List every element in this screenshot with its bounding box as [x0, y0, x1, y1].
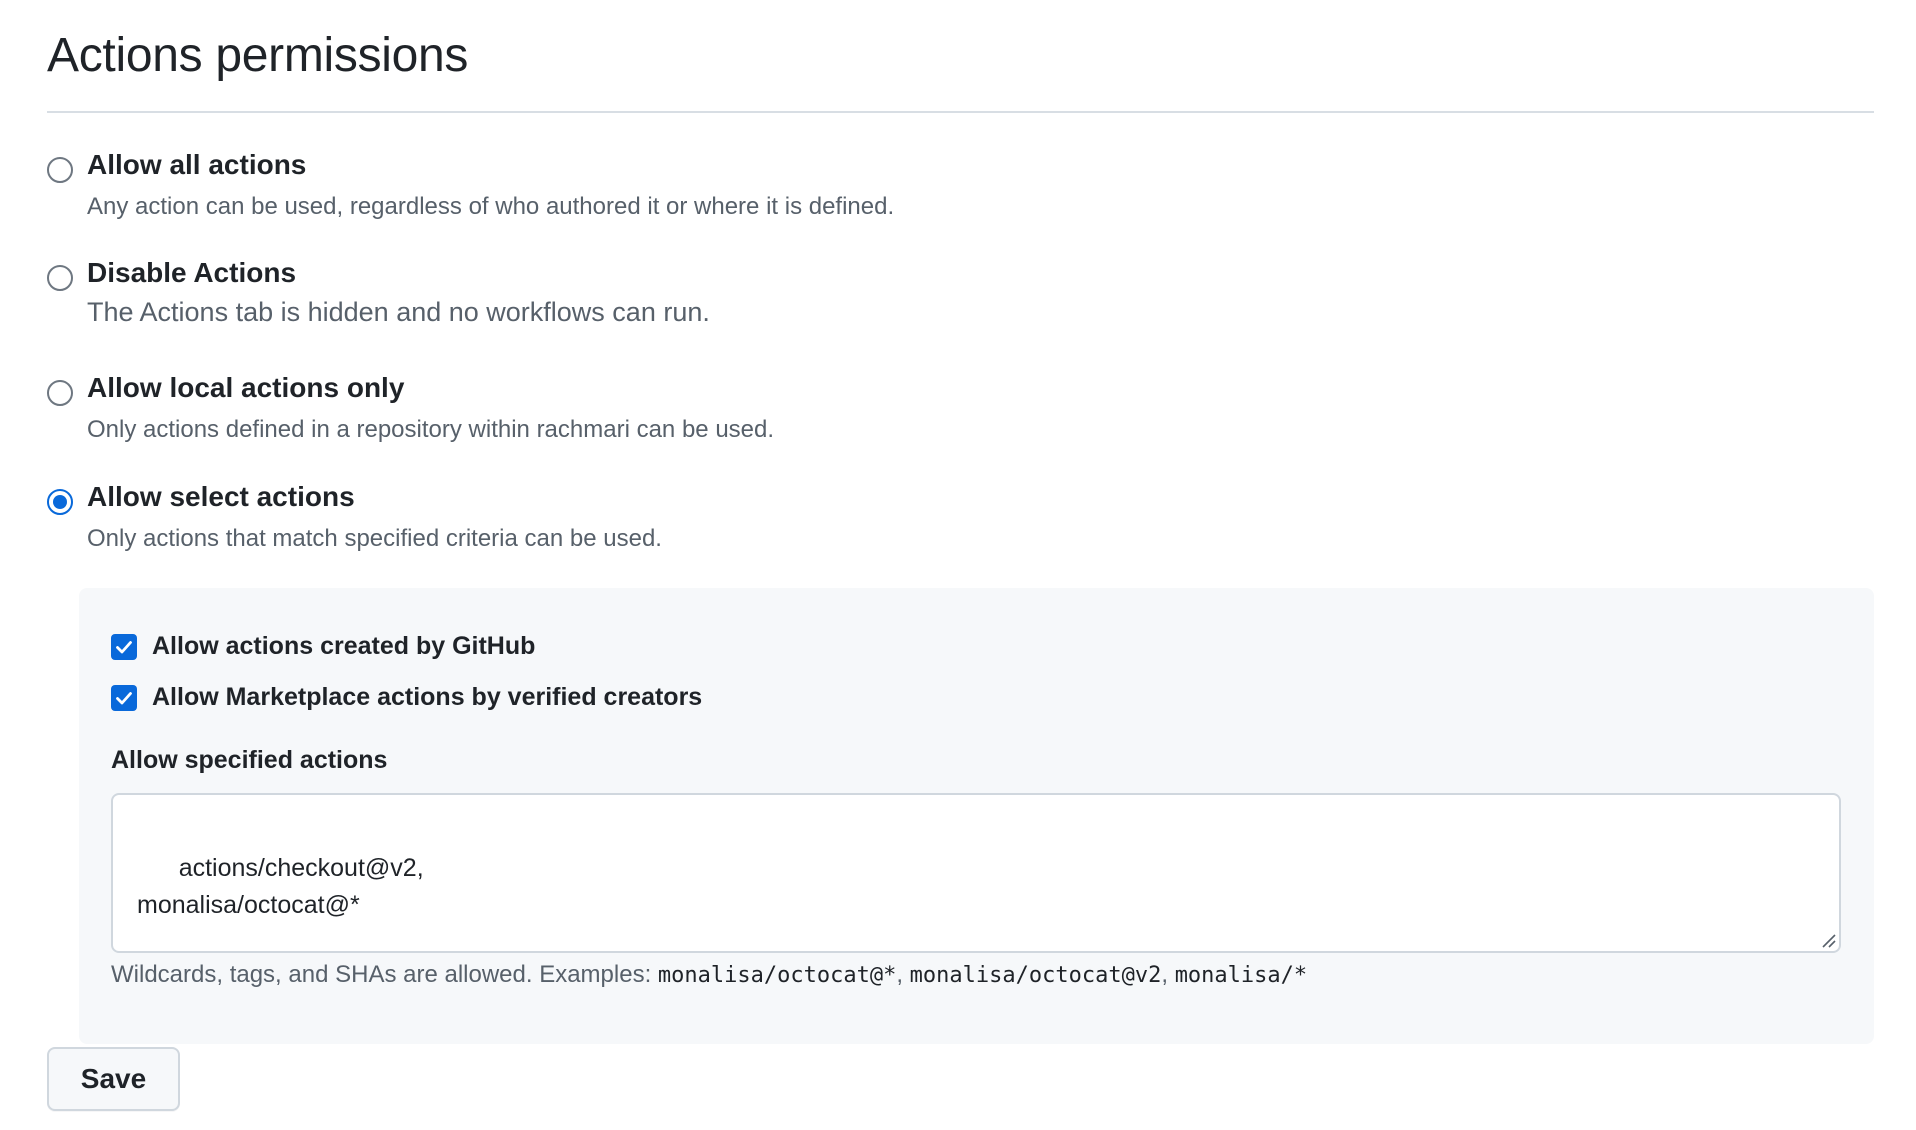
- option-description: Only actions that match specified criter…: [87, 525, 662, 552]
- checkbox-github-actions[interactable]: [111, 634, 137, 660]
- checkmark-icon: [116, 641, 132, 654]
- radio-disable-actions[interactable]: [47, 265, 73, 291]
- title-divider: [47, 111, 1874, 113]
- allowed-actions-label: Allow specified actions: [111, 746, 388, 774]
- option-label[interactable]: Allow local actions only: [87, 372, 404, 404]
- checkbox-marketplace-actions[interactable]: [111, 685, 137, 711]
- checkbox-label[interactable]: Allow actions created by GitHub: [152, 632, 535, 661]
- actions-permissions-page: Actions permissions Allow all actions An…: [0, 0, 1916, 1130]
- checkmark-icon: [116, 692, 132, 705]
- option-label[interactable]: Allow all actions: [87, 149, 306, 181]
- checkbox-label[interactable]: Allow Marketplace actions by verified cr…: [152, 683, 702, 712]
- option-label[interactable]: Disable Actions: [87, 257, 296, 289]
- select-actions-panel: Allow actions created by GitHub Allow Ma…: [79, 588, 1874, 1044]
- hint-example: monalisa/*: [1174, 963, 1308, 988]
- hint-example: monalisa/octocat@v2: [909, 963, 1162, 988]
- radio-allow-select-actions[interactable]: [47, 489, 73, 515]
- radio-allow-all-actions[interactable]: [47, 157, 73, 183]
- option-description: Any action can be used, regardless of wh…: [87, 193, 895, 220]
- hint-text: Wildcards, tags, and SHAs are allowed. E…: [111, 961, 658, 988]
- allowed-actions-hint: Wildcards, tags, and SHAs are allowed. E…: [111, 961, 1307, 989]
- resize-handle-icon[interactable]: [1819, 931, 1837, 949]
- radio-allow-local-actions-only[interactable]: [47, 380, 73, 406]
- hint-separator: ,: [1161, 961, 1175, 988]
- option-description: Only actions defined in a repository wit…: [87, 416, 775, 443]
- hint-separator: ,: [896, 961, 910, 988]
- option-description: The Actions tab is hidden and no workflo…: [87, 297, 710, 327]
- textarea-value: actions/checkout@v2, monalisa/octocat@*: [137, 854, 424, 919]
- allowed-actions-textarea[interactable]: actions/checkout@v2, monalisa/octocat@*: [111, 793, 1841, 953]
- page-title: Actions permissions: [47, 29, 469, 82]
- option-label[interactable]: Allow select actions: [87, 481, 355, 513]
- save-button[interactable]: Save: [47, 1047, 180, 1111]
- hint-example: monalisa/octocat@*: [657, 963, 897, 988]
